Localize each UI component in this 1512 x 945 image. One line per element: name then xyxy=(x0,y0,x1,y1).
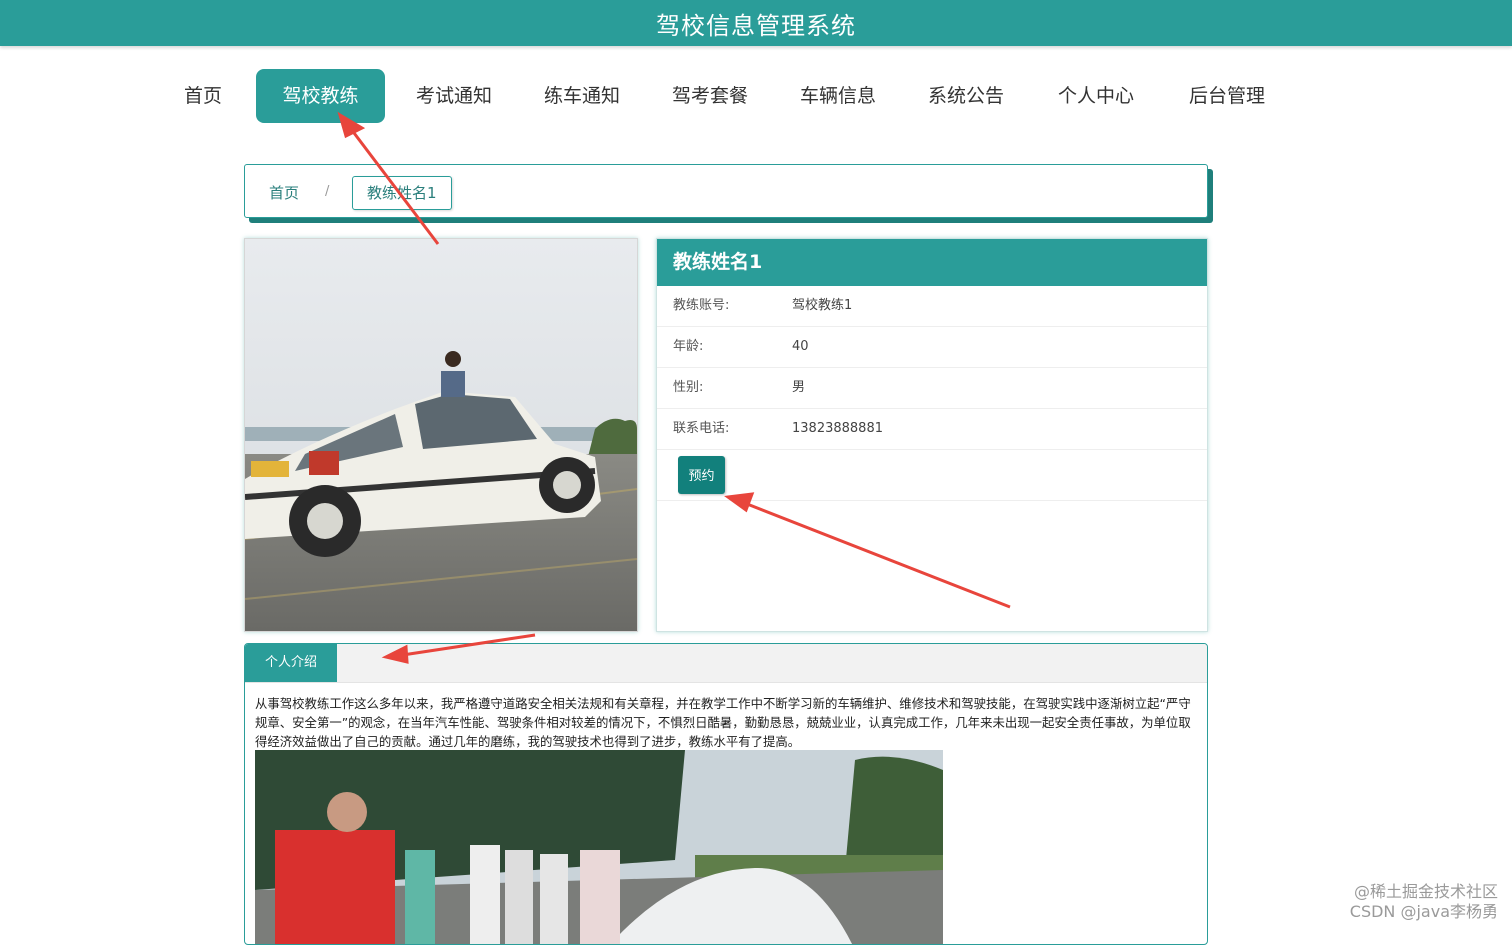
nav-announcements[interactable]: 系统公告 xyxy=(917,69,1015,123)
coach-car-image xyxy=(245,239,637,631)
field-value: 13823888881 xyxy=(792,421,883,436)
field-value: 驾校教练1 xyxy=(792,298,853,313)
breadcrumb: 首页 / 教练姓名1 xyxy=(244,164,1208,218)
nav-personal-center[interactable]: 个人中心 xyxy=(1047,69,1145,123)
intro-group-photo xyxy=(255,750,943,944)
book-button[interactable]: 预约 xyxy=(678,456,725,494)
nav-vehicle-info[interactable]: 车辆信息 xyxy=(789,69,887,123)
nav-home[interactable]: 首页 xyxy=(170,69,236,123)
coach-photo xyxy=(244,238,638,632)
nav-admin[interactable]: 后台管理 xyxy=(1178,69,1276,123)
watermark: @稀土掘金技术社区 CSDN @java李杨勇 xyxy=(1350,882,1498,922)
nav-coaches[interactable]: 驾校教练 xyxy=(256,69,385,123)
coach-name-heading: 教练姓名1 xyxy=(657,239,1207,286)
coach-field-account: 教练账号: 驾校教练1 xyxy=(657,286,1207,327)
intro-text: 从事驾校教练工作这么多年以来，我严格遵守道路安全相关法规和有关章程，并在教学工作… xyxy=(255,696,1191,749)
action-row: 预约 xyxy=(657,450,1207,501)
coach-info-panel: 教练姓名1 教练账号: 驾校教练1 年龄: 40 性别: 男 联系电话: 138… xyxy=(656,238,1208,632)
breadcrumb-current: 教练姓名1 xyxy=(352,176,452,210)
intro-panel: 个人介绍 从事驾校教练工作这么多年以来，我严格遵守道路安全相关法规和有关章程，并… xyxy=(244,643,1208,945)
breadcrumb-separator: / xyxy=(325,184,330,199)
field-label: 教练账号: xyxy=(673,298,730,313)
site-title: 驾校信息管理系统 xyxy=(656,12,856,40)
watermark-line-1: @稀土掘金技术社区 xyxy=(1353,882,1498,901)
header-bar: 驾校信息管理系统 xyxy=(0,0,1512,46)
group-photo-image xyxy=(255,750,943,944)
nav-exam-package[interactable]: 驾考套餐 xyxy=(661,69,759,123)
field-label: 年龄: xyxy=(673,339,704,354)
field-label: 性别: xyxy=(673,380,704,395)
field-label: 联系电话: xyxy=(673,421,730,436)
field-value: 男 xyxy=(792,380,806,395)
coach-field-age: 年龄: 40 xyxy=(657,327,1207,368)
nav-exam-notice[interactable]: 考试通知 xyxy=(405,69,503,123)
breadcrumb-home[interactable]: 首页 xyxy=(269,182,299,203)
coach-field-phone: 联系电话: 13823888881 xyxy=(657,409,1207,450)
intro-tab-bar: 个人介绍 xyxy=(245,644,1207,683)
field-value: 40 xyxy=(792,339,809,354)
watermark-line-2: CSDN @java李杨勇 xyxy=(1349,902,1498,921)
coach-field-gender: 性别: 男 xyxy=(657,368,1207,409)
nav-practice-notice[interactable]: 练车通知 xyxy=(533,69,631,123)
tab-personal-intro[interactable]: 个人介绍 xyxy=(245,644,337,682)
